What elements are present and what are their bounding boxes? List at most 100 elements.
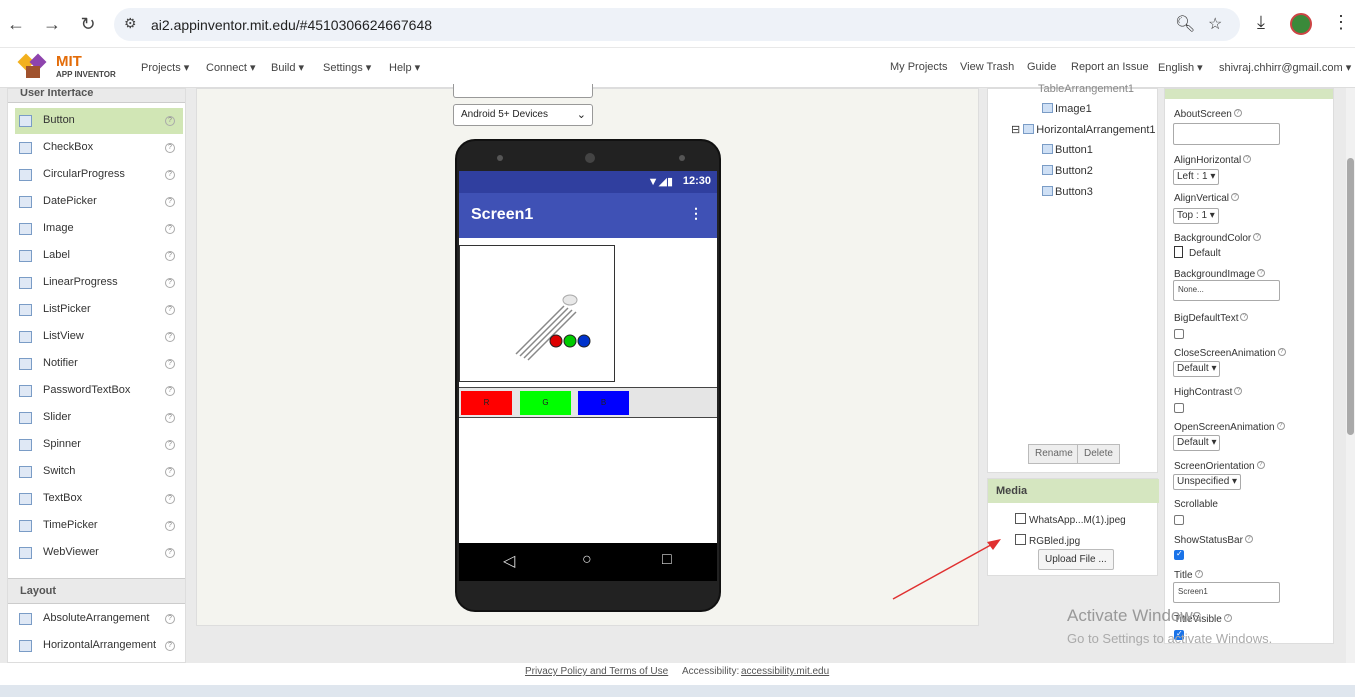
download-icon[interactable]: ⤓: [1257, 12, 1265, 33]
help-icon[interactable]: ?: [165, 278, 175, 288]
menu-projects[interactable]: Projects ▾: [141, 61, 189, 74]
report-issue-link[interactable]: Report an Issue: [1071, 61, 1149, 73]
button-b[interactable]: B: [578, 391, 629, 415]
address-bar[interactable]: ⚙ ai2.appinventor.mit.edu/#4510306624667…: [114, 8, 1240, 41]
help-icon[interactable]: ?: [165, 305, 175, 315]
palette-item-listview[interactable]: ListView?: [15, 324, 183, 350]
palette-section-layout[interactable]: Layout: [8, 578, 185, 604]
palette-item-label[interactable]: Label?: [15, 243, 183, 269]
palette-item-checkbox[interactable]: CheckBox?: [15, 135, 183, 161]
guide-link[interactable]: Guide: [1027, 61, 1056, 73]
palette-item-horizontalarrangement[interactable]: HorizontalArrangement?: [15, 633, 183, 659]
image1-component[interactable]: [459, 245, 615, 382]
showstatus-checkbox[interactable]: [1174, 549, 1184, 560]
help-icon[interactable]: ?: [165, 494, 175, 504]
menu-settings[interactable]: Settings ▾: [323, 61, 371, 74]
star-icon[interactable]: ☆: [1208, 14, 1222, 34]
alignv-dropdown[interactable]: Top : 1 ▾: [1173, 208, 1219, 224]
palette-item-passwordtextbox[interactable]: PasswordTextBox?: [15, 378, 183, 404]
tree-node-image1[interactable]: Image1: [1042, 103, 1092, 115]
kebab-menu-icon[interactable]: ⋮: [1332, 12, 1350, 33]
palette-item-image[interactable]: Image?: [15, 216, 183, 242]
reload-icon[interactable]: ↻: [76, 12, 100, 36]
scrollable-checkbox[interactable]: [1174, 515, 1184, 525]
help-icon[interactable]: ?: [165, 467, 175, 477]
privacy-link[interactable]: Privacy Policy and Terms of Use: [525, 666, 668, 677]
help-icon[interactable]: ?: [165, 332, 175, 342]
palette-item-button[interactable]: Button?: [15, 108, 183, 134]
palette-item-notifier[interactable]: Notifier?: [15, 351, 183, 377]
highcontrast-checkbox[interactable]: [1174, 403, 1184, 413]
closeanim-dropdown[interactable]: Default ▾: [1173, 361, 1221, 377]
button-r[interactable]: R: [461, 391, 512, 415]
device-select[interactable]: Android 5+ Devices ⌄: [453, 104, 593, 126]
bgcolor-picker[interactable]: Default: [1174, 246, 1221, 259]
palette-section-ui[interactable]: User Interface: [8, 89, 185, 103]
component-icon: [19, 493, 32, 505]
language-menu[interactable]: English ▾: [1158, 61, 1203, 74]
help-icon[interactable]: ?: [165, 386, 175, 396]
orientation-dropdown[interactable]: Unspecified ▾: [1173, 474, 1242, 490]
help-icon[interactable]: ?: [165, 116, 175, 126]
forward-icon[interactable]: →: [40, 12, 64, 36]
palette-item-circularprogress[interactable]: CircularProgress?: [15, 162, 183, 188]
tree-node-harr[interactable]: ⊟ HorizontalArrangement1: [1011, 123, 1156, 136]
help-icon[interactable]: ?: [165, 143, 175, 153]
palette-item-linearprogress[interactable]: LinearProgress?: [15, 270, 183, 296]
back-icon[interactable]: ←: [4, 12, 28, 36]
palette-item-webviewer[interactable]: WebViewer?: [15, 540, 183, 566]
tree-node-button3[interactable]: Button3: [1042, 186, 1093, 198]
help-icon[interactable]: ?: [165, 614, 175, 624]
tree-node-table[interactable]: TableArrangement1: [1038, 83, 1134, 95]
site-settings-icon[interactable]: ⚙: [124, 15, 137, 32]
tree-node-button1[interactable]: Button1: [1042, 144, 1093, 156]
palette-item-slider[interactable]: Slider?: [15, 405, 183, 431]
collapse-icon[interactable]: ⊟: [1011, 124, 1023, 136]
my-projects-link[interactable]: My Projects: [890, 61, 947, 73]
delete-button[interactable]: Delete: [1077, 444, 1120, 464]
palette-item-switch[interactable]: Switch?: [15, 459, 183, 485]
help-icon[interactable]: ?: [165, 251, 175, 261]
page-scrollbar[interactable]: [1346, 88, 1355, 663]
menu-connect[interactable]: Connect ▾: [206, 61, 256, 74]
openanim-dropdown[interactable]: Default ▾: [1173, 435, 1221, 451]
rename-button[interactable]: Rename: [1028, 444, 1080, 464]
media-file-whatsapp[interactable]: WhatsApp...M(1).jpeg: [1015, 513, 1126, 526]
about-screen-textarea[interactable]: [1173, 123, 1280, 145]
palette-item-listpicker[interactable]: ListPicker?: [15, 297, 183, 323]
account-menu[interactable]: shivraj.chhirr@gmail.com ▾: [1219, 61, 1351, 74]
bgimage-picker[interactable]: None...: [1173, 280, 1280, 301]
help-icon[interactable]: ?: [165, 521, 175, 531]
screen-size-select[interactable]: [453, 84, 593, 98]
scrollbar-thumb[interactable]: [1347, 158, 1354, 435]
palette-item-datepicker[interactable]: DatePicker?: [15, 189, 183, 215]
help-icon[interactable]: ?: [165, 548, 175, 558]
help-icon[interactable]: ?: [165, 359, 175, 369]
profile-avatar[interactable]: [1290, 13, 1312, 35]
media-file-rgbled[interactable]: RGBled.jpg: [1015, 534, 1080, 547]
palette-item-timepicker[interactable]: TimePicker?: [15, 513, 183, 539]
bigtext-checkbox[interactable]: [1174, 329, 1184, 339]
help-icon[interactable]: ?: [165, 224, 175, 234]
view-trash-link[interactable]: View Trash: [960, 61, 1014, 73]
url-text[interactable]: ai2.appinventor.mit.edu/#451030662466764…: [151, 17, 432, 33]
button-g[interactable]: G: [520, 391, 571, 415]
menu-help[interactable]: Help ▾: [389, 61, 420, 74]
media-panel: Media WhatsApp...M(1).jpeg RGBled.jpg Up…: [987, 478, 1159, 576]
title-input[interactable]: Screen1: [1173, 582, 1280, 603]
menu-build[interactable]: Build ▾: [271, 61, 304, 74]
help-icon[interactable]: ?: [165, 440, 175, 450]
palette-item-textbox[interactable]: TextBox?: [15, 486, 183, 512]
help-icon[interactable]: ?: [165, 197, 175, 207]
tree-node-button2[interactable]: Button2: [1042, 165, 1093, 177]
horizontal-arrangement1[interactable]: R G B: [459, 387, 717, 418]
palette-item-spinner[interactable]: Spinner?: [15, 432, 183, 458]
alignh-dropdown[interactable]: Left : 1 ▾: [1173, 169, 1220, 185]
help-icon[interactable]: ?: [165, 170, 175, 180]
upload-file-button[interactable]: Upload File ...: [1038, 549, 1114, 570]
zoom-icon[interactable]: 🔍︎: [1175, 14, 1195, 34]
palette-item-absolutearrangement[interactable]: AbsoluteArrangement?: [15, 606, 183, 632]
help-icon[interactable]: ?: [165, 413, 175, 423]
help-icon[interactable]: ?: [165, 641, 175, 651]
accessibility-link[interactable]: accessibility.mit.edu: [741, 666, 829, 677]
